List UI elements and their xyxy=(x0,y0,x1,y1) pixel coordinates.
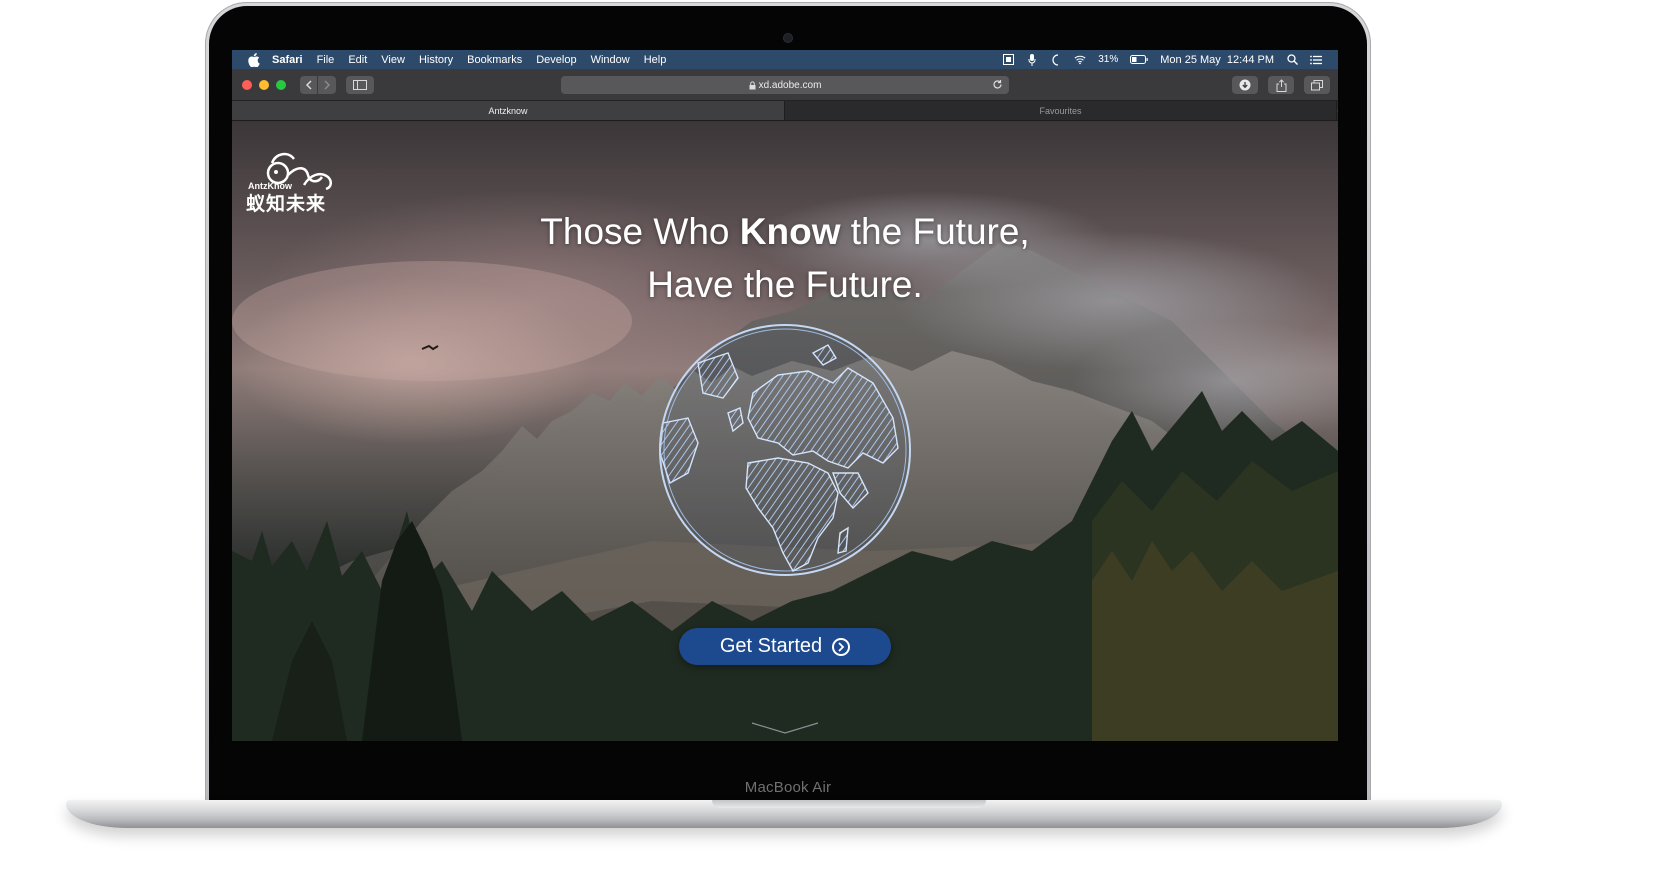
device-label: MacBook Air xyxy=(744,779,832,796)
menu-file[interactable]: File xyxy=(317,54,335,66)
browser-toolbar: xd.adobe.com xyxy=(232,69,1338,101)
macbook-base xyxy=(66,800,1502,828)
minimize-window-button[interactable] xyxy=(259,79,269,90)
headline-text-pre: Those Who xyxy=(540,211,740,252)
apple-icon[interactable] xyxy=(248,52,262,67)
chevron-right-circle-icon xyxy=(832,637,851,656)
get-started-label: Get Started xyxy=(719,635,823,657)
control-center-icon[interactable] xyxy=(1310,54,1322,66)
downloads-button[interactable] xyxy=(1232,76,1258,94)
chevron-down-icon[interactable] xyxy=(750,721,820,735)
tab-antzknow[interactable]: Antzknow xyxy=(232,101,784,120)
new-tab-button[interactable]: + xyxy=(1336,101,1338,120)
do-not-disturb-icon[interactable] xyxy=(1050,53,1062,66)
menu-bookmarks[interactable]: Bookmarks xyxy=(467,54,522,66)
spotlight-search-icon[interactable] xyxy=(1286,54,1298,66)
menu-help[interactable]: Help xyxy=(644,54,667,66)
microphone-icon[interactable] xyxy=(1026,53,1038,66)
tabs-overview-button[interactable] xyxy=(1304,76,1330,94)
headline-text-bold: Know xyxy=(739,211,841,252)
menu-edit[interactable]: Edit xyxy=(348,54,367,66)
tab-favourites[interactable]: Favourites xyxy=(784,101,1336,120)
headline-line-2: Have the Future. xyxy=(647,264,923,305)
headline-text-post: the Future, xyxy=(840,211,1030,252)
back-icon xyxy=(305,79,312,90)
lid-notch xyxy=(712,800,986,808)
sidebar-toggle-button[interactable] xyxy=(346,75,374,94)
close-window-button[interactable] xyxy=(242,79,252,90)
menu-view[interactable]: View xyxy=(381,54,405,66)
menubar-status-area: 31% Mon 25 May 12:44 PM xyxy=(1002,53,1338,66)
address-text: xd.adobe.com xyxy=(758,79,822,91)
tabs-overview-icon xyxy=(1311,79,1323,90)
headline-line-1: Those Who Know the Future, xyxy=(232,205,1338,258)
tab-bar: Antzknow Favourites + xyxy=(232,101,1338,121)
reload-icon[interactable] xyxy=(992,79,1003,90)
screen: Safari File Edit View History Bookmarks … xyxy=(232,50,1338,741)
window-controls xyxy=(242,79,286,90)
address-bar[interactable]: xd.adobe.com xyxy=(561,76,1009,94)
globe-illustration xyxy=(659,324,911,576)
menu-safari[interactable]: Safari xyxy=(272,54,303,66)
menu-history[interactable]: History xyxy=(419,54,453,66)
wifi-icon[interactable] xyxy=(1074,54,1086,66)
menu-window[interactable]: Window xyxy=(591,54,630,66)
battery-icon[interactable] xyxy=(1130,54,1148,66)
hero-section: AntzKnow 蚁知未来 Those Who Know the Future,… xyxy=(232,121,1338,741)
download-icon xyxy=(1239,79,1251,91)
back-button[interactable] xyxy=(300,75,318,94)
hero-headline: Those Who Know the Future, Have the Futu… xyxy=(232,205,1338,311)
screen-mirroring-icon[interactable] xyxy=(1002,54,1014,66)
sidebar-icon xyxy=(353,79,367,90)
clock[interactable]: Mon 25 May 12:44 PM xyxy=(1160,54,1274,66)
lock-icon xyxy=(749,80,756,90)
forward-icon xyxy=(323,79,330,90)
menubar: Safari File Edit View History Bookmarks … xyxy=(232,50,1338,69)
history-nav xyxy=(300,75,336,94)
get-started-button[interactable]: Get Started xyxy=(679,628,891,665)
toolbar-actions xyxy=(1232,76,1330,94)
zoom-window-button[interactable] xyxy=(276,79,286,90)
forward-button[interactable] xyxy=(318,75,336,94)
camera xyxy=(784,34,792,42)
battery-percent: 31% xyxy=(1098,54,1119,65)
menu-develop[interactable]: Develop xyxy=(536,54,576,66)
share-button[interactable] xyxy=(1268,76,1294,94)
share-icon xyxy=(1276,78,1286,92)
